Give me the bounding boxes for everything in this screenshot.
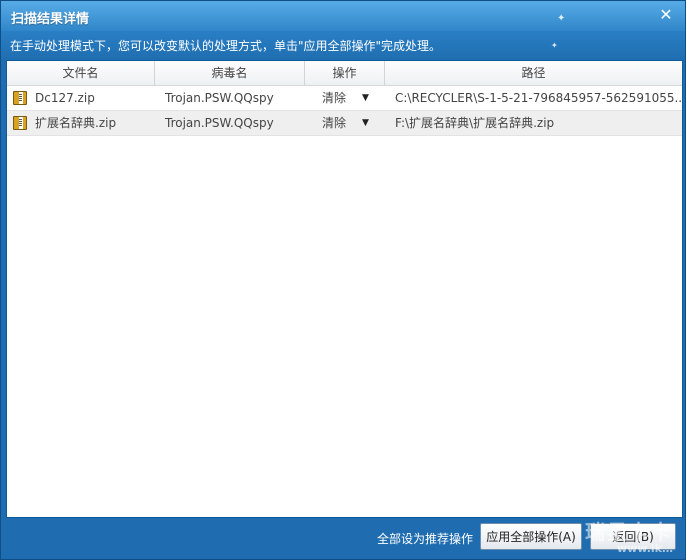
footer-bar: 全部设为推荐操作 应用全部操作(A) 返回(B) xyxy=(1,515,685,559)
result-table: 文件名 病毒名 操作 路径 Dc127.zip Trojan.PSW.QQspy… xyxy=(6,60,683,518)
zip-archive-icon xyxy=(13,116,27,130)
zip-archive-icon xyxy=(13,91,27,105)
scan-result-window: 扫描结果详情 ✦ ✕ ✦ 在手动处理模式下，您可以改变默认的处理方式，单击"应用… xyxy=(0,0,686,560)
filename-text: 扩展名辞典.zip xyxy=(35,116,117,130)
filename-cell: Dc127.zip xyxy=(7,86,155,110)
sparkle-decoration: ✦ xyxy=(551,41,558,50)
path-cell: F:\扩展名辞典\扩展名辞典.zip xyxy=(395,116,555,130)
back-button[interactable]: 返回(B) xyxy=(590,523,676,550)
table-row[interactable]: Dc127.zip Trojan.PSW.QQspy 清除 ▼ C:\RECYC… xyxy=(7,86,682,111)
dropdown-arrow-icon[interactable]: ▼ xyxy=(362,111,369,135)
virus-name-cell: Trojan.PSW.QQspy xyxy=(165,116,274,130)
operation-value: 清除 xyxy=(322,116,347,130)
instruction-text: 在手动处理模式下，您可以改变默认的处理方式，单击"应用全部操作"完成处理。 xyxy=(10,39,442,53)
table-row[interactable]: 扩展名辞典.zip Trojan.PSW.QQspy 清除 ▼ F:\扩展名辞典… xyxy=(7,111,682,136)
dropdown-arrow-icon[interactable]: ▼ xyxy=(362,86,369,110)
virus-name-cell: Trojan.PSW.QQspy xyxy=(165,91,274,105)
table-header: 文件名 病毒名 操作 路径 xyxy=(7,61,682,86)
set-all-recommended-link[interactable]: 全部设为推荐操作 xyxy=(377,530,473,547)
filename-cell: 扩展名辞典.zip xyxy=(7,111,155,135)
window-title: 扫描结果详情 xyxy=(11,12,90,27)
title-bar[interactable]: 扫描结果详情 ✦ ✕ xyxy=(1,1,685,31)
sparkle-decoration: ✦ xyxy=(557,13,566,24)
apply-all-button[interactable]: 应用全部操作(A) xyxy=(480,523,582,550)
operation-dropdown[interactable]: 清除 ▼ xyxy=(305,111,385,135)
operation-dropdown[interactable]: 清除 ▼ xyxy=(305,86,385,110)
close-icon: ✕ xyxy=(659,5,673,24)
column-header-filename[interactable]: 文件名 xyxy=(7,61,155,85)
filename-text: Dc127.zip xyxy=(35,91,95,105)
column-header-operation[interactable]: 操作 xyxy=(305,61,385,85)
column-header-path[interactable]: 路径 xyxy=(385,61,682,85)
path-cell: C:\RECYCLER\S-1-5-21-796845957-562591055… xyxy=(395,91,682,105)
column-header-virus[interactable]: 病毒名 xyxy=(155,61,305,85)
close-button[interactable]: ✕ xyxy=(657,6,675,24)
operation-value: 清除 xyxy=(322,91,347,105)
